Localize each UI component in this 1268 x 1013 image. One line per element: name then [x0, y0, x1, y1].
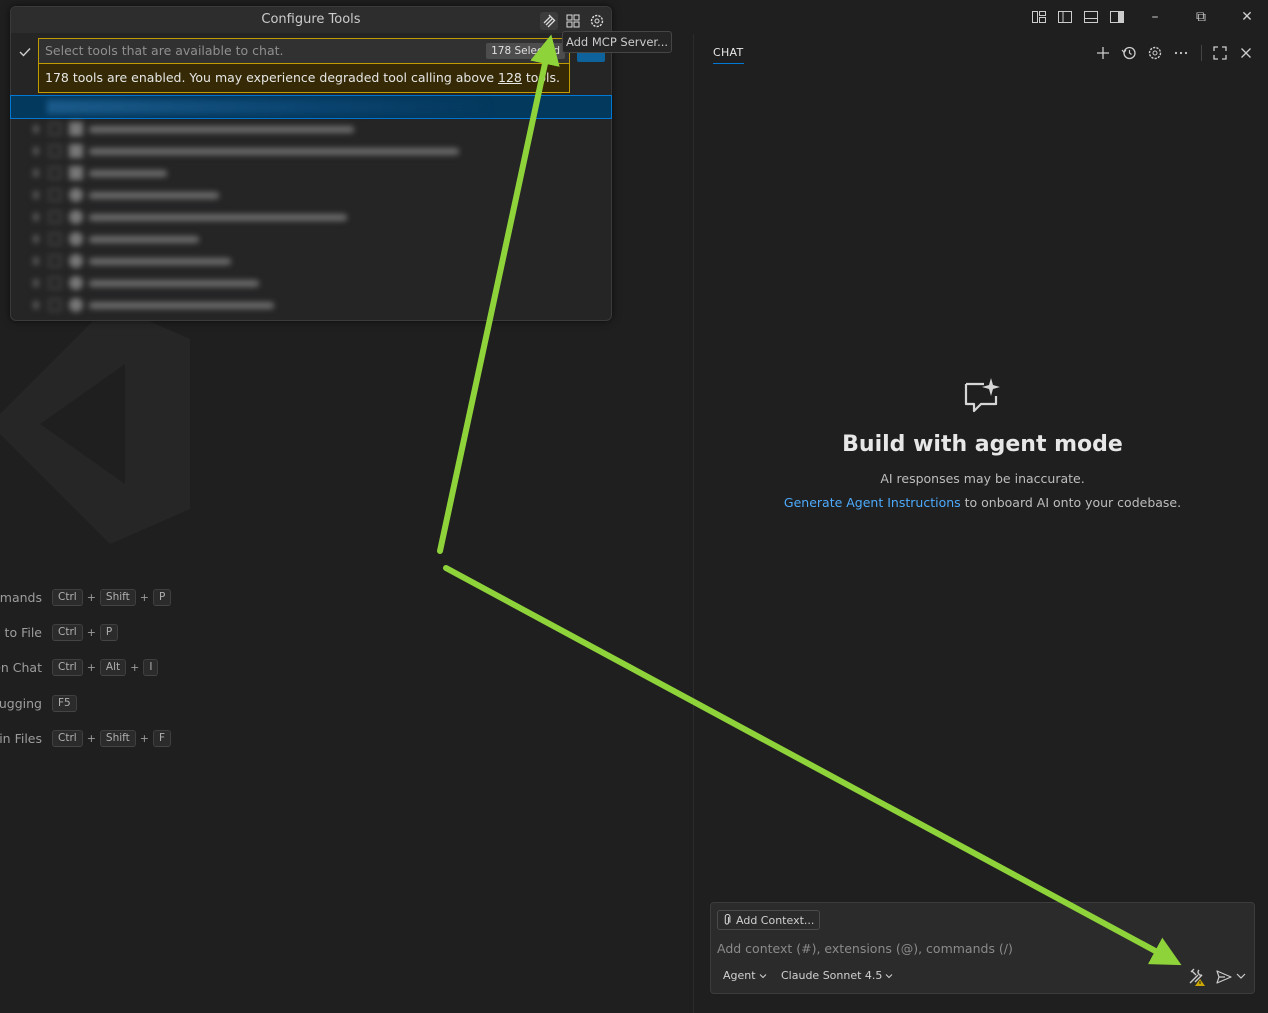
chat-panel: CHAT Build with agent mode AI responses …: [694, 34, 1268, 1013]
list-item[interactable]: [11, 184, 611, 206]
chat-sparkle-icon: [964, 378, 1000, 413]
gear-icon[interactable]: [1146, 44, 1164, 62]
minimize-button[interactable]: –: [1144, 7, 1166, 27]
select-all-checkbox[interactable]: [17, 44, 33, 60]
key-cap: P: [99, 623, 119, 641]
add-context-button[interactable]: Add Context...: [717, 910, 821, 930]
customize-layout-icon[interactable]: [1031, 9, 1047, 25]
history-icon[interactable]: [1120, 44, 1138, 62]
key-cap: Ctrl: [52, 729, 83, 747]
chevron-down-icon[interactable]: [1235, 969, 1247, 983]
restore-button[interactable]: ⧉: [1190, 7, 1212, 27]
shortcut-label: o to File: [0, 624, 42, 640]
list-item[interactable]: [11, 250, 611, 272]
list-item[interactable]: [11, 206, 611, 228]
key-cap: P: [153, 588, 172, 606]
new-chat-icon[interactable]: [1094, 44, 1112, 62]
key-cap: I: [143, 658, 159, 676]
toggle-secondary-sidebar-icon[interactable]: [1109, 9, 1125, 25]
maximize-icon[interactable]: [1211, 44, 1229, 62]
shortcut-open-chat: pen Chat Ctrl+ Alt+ I: [0, 657, 159, 677]
tools-list: [10, 95, 612, 318]
chevron-down-icon: [759, 974, 766, 979]
add-context-label: Add Context...: [736, 913, 815, 927]
tools-filter-input[interactable]: Select tools that are available to chat.…: [38, 38, 570, 63]
configure-tools-quickpick: Configure Tools Select tools that are av…: [10, 6, 612, 321]
toggle-panel-icon[interactable]: [1083, 9, 1099, 25]
more-actions-icon[interactable]: [1172, 44, 1190, 62]
warning-text-prefix: 178 tools are enabled. You may experienc…: [45, 70, 499, 85]
toggle-primary-sidebar-icon[interactable]: [1057, 9, 1073, 25]
shortcut-label: bugging: [0, 695, 42, 711]
mode-picker[interactable]: Agent: [723, 967, 767, 985]
list-item[interactable]: [10, 95, 612, 119]
key-cap: F: [153, 729, 172, 747]
key-cap: Ctrl: [52, 658, 83, 676]
selected-count-badge: 178 Selected: [486, 43, 565, 59]
vscode-window: – ⧉ ✕ mmands Ctrl+ Shift+ P o to File Ct…: [0, 0, 1268, 1013]
mode-picker-label: Agent: [723, 969, 756, 982]
list-item[interactable]: [11, 228, 611, 250]
instructions-hint-text: to onboard AI onto your codebase.: [960, 495, 1182, 510]
paperclip-icon: [724, 914, 731, 925]
send-icon[interactable]: [1215, 968, 1233, 986]
shortcut-label: l in Files: [0, 730, 42, 746]
generate-agent-instructions-link[interactable]: Generate Agent Instructions: [784, 495, 961, 510]
key-cap: F5: [52, 694, 77, 712]
list-item[interactable]: [11, 272, 611, 294]
shortcut-start-debugging: bugging F5: [0, 693, 77, 713]
chat-input-box: Add Context... Agent Claude Sonnet 4.5: [710, 902, 1255, 994]
extensions-icon[interactable]: [564, 12, 582, 30]
list-item[interactable]: [11, 118, 611, 140]
model-picker-label: Claude Sonnet 4.5: [781, 969, 883, 982]
chevron-down-icon: [886, 974, 893, 979]
add-mcp-server-tooltip: Add MCP Server...: [562, 31, 672, 53]
tab-chat[interactable]: CHAT: [713, 46, 744, 64]
gear-icon[interactable]: [588, 12, 606, 30]
list-item[interactable]: [11, 140, 611, 162]
chat-welcome-title: Build with agent mode: [842, 432, 1123, 457]
shortcut-label: pen Chat: [0, 659, 42, 675]
quickpick-title: Configure Tools: [11, 7, 611, 33]
chat-message-input[interactable]: [717, 939, 1177, 957]
list-item[interactable]: [11, 162, 611, 184]
chat-instructions-hint: Generate Agent Instructions to onboard A…: [694, 495, 1268, 510]
shortcut-go-to-file: o to File Ctrl+ P: [0, 622, 119, 642]
add-mcp-server-icon[interactable]: [540, 12, 558, 30]
list-item[interactable]: [11, 294, 611, 316]
key-cap: Ctrl: [52, 588, 83, 606]
close-icon[interactable]: [1237, 44, 1255, 62]
shortcut-show-commands: mmands Ctrl+ Shift+ P: [0, 587, 172, 607]
key-cap: Alt: [99, 658, 127, 676]
key-cap: Shift: [99, 729, 136, 747]
shortcut-label: mmands: [0, 589, 42, 605]
warning-tool-limit-link[interactable]: 128: [498, 70, 522, 85]
toolbar-separator: [1201, 45, 1202, 61]
close-window-button[interactable]: ✕: [1236, 7, 1258, 27]
shortcut-find-in-files: l in Files Ctrl+ Shift+ F: [0, 728, 172, 748]
tool-limit-warning: 178 tools are enabled. You may experienc…: [38, 63, 570, 93]
chat-disclaimer: AI responses may be inaccurate.: [880, 471, 1085, 486]
vscode-watermark-icon: [0, 304, 190, 544]
warning-text-suffix: tools.: [521, 70, 561, 85]
tools-filter-placeholder: Select tools that are available to chat.: [45, 43, 284, 58]
model-picker[interactable]: Claude Sonnet 4.5: [781, 967, 893, 985]
configure-tools-icon[interactable]: [1187, 967, 1207, 987]
key-cap: Shift: [99, 588, 136, 606]
key-cap: Ctrl: [52, 623, 83, 641]
